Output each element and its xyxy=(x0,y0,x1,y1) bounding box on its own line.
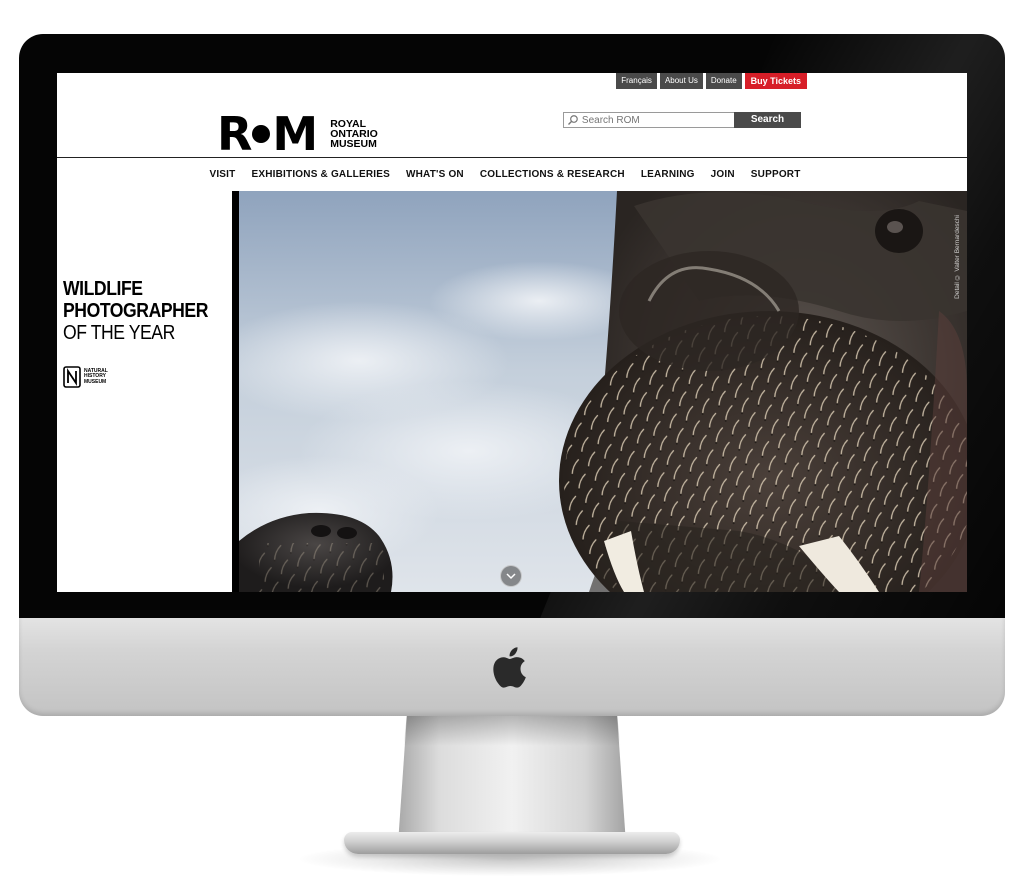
utility-link-donate[interactable]: Donate xyxy=(705,73,742,89)
rom-logo-mark: RM xyxy=(217,107,318,161)
nav-item-visit[interactable]: VISIT xyxy=(209,169,235,180)
nav-item-whats-on[interactable]: WHAT'S ON xyxy=(406,169,464,180)
logo-wordmark: ROYAL ONTARIO MUSEUM xyxy=(330,119,378,150)
apple-logo-icon xyxy=(493,647,526,688)
logo-dot xyxy=(252,125,271,143)
photo-credit: Detail © Valter Bernardeschi xyxy=(954,215,961,299)
utility-nav: Français About Us Donate Buy Tickets xyxy=(616,73,807,89)
utility-link-about-us[interactable]: About Us xyxy=(659,73,703,89)
hero-title-line: WILDLIFE xyxy=(63,278,143,300)
search-icon xyxy=(567,115,578,125)
hero-title: WILDLIFE PHOTOGRAPHER xyxy=(63,278,208,322)
logo-line-museum: MUSEUM xyxy=(330,138,377,150)
nav-item-learning[interactable]: LEARNING xyxy=(641,169,695,180)
monitor-stand-shadow xyxy=(403,712,621,746)
search-input[interactable] xyxy=(578,113,734,127)
hero-subtitle: OF THE YEAR xyxy=(63,322,175,344)
nav-item-exhibitions[interactable]: EXHIBITIONS & GALLERIES xyxy=(251,169,390,180)
utility-link-francais[interactable]: Français xyxy=(616,73,657,89)
nav-item-support[interactable]: SUPPORT xyxy=(751,169,801,180)
nav-item-join[interactable]: JOIN xyxy=(711,169,735,180)
chevron-down-icon xyxy=(506,573,516,580)
natural-history-museum-logo: NATURAL HISTORY MUSEUM xyxy=(63,366,108,388)
walrus-photo-illustration xyxy=(239,191,967,592)
hero-title-line: PHOTOGRAPHER xyxy=(63,300,208,322)
buy-tickets-button[interactable]: Buy Tickets xyxy=(744,73,807,89)
hero-divider xyxy=(232,191,239,592)
monitor-stand-base xyxy=(344,832,680,854)
hero-text-panel[interactable] xyxy=(57,191,232,592)
search-box xyxy=(563,112,735,128)
hero-walrus-photo[interactable]: Detail © Valter Bernardeschi xyxy=(239,191,967,592)
website-screen: Français About Us Donate Buy Tickets RM … xyxy=(57,73,967,592)
main-nav: VISIT EXHIBITIONS & GALLERIES WHAT'S ON … xyxy=(57,157,967,192)
nhm-n-icon xyxy=(63,366,81,388)
nav-item-collections[interactable]: COLLECTIONS & RESEARCH xyxy=(480,169,625,180)
rom-logo[interactable]: RM ROYAL ONTARIO MUSEUM xyxy=(217,111,378,157)
scroll-down-button[interactable] xyxy=(500,565,522,587)
nhm-line: MUSEUM xyxy=(84,378,107,385)
search-button[interactable]: Search xyxy=(734,112,801,128)
